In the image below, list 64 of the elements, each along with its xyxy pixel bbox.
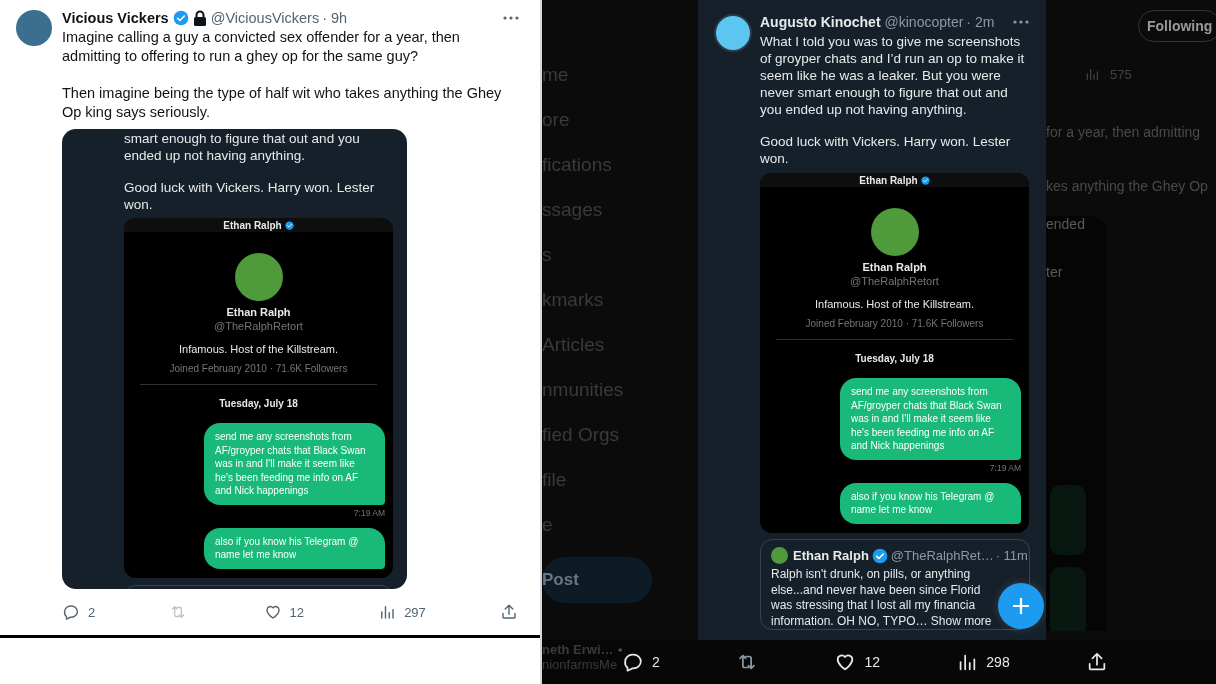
date-separator: Tuesday, July 18 — [218, 398, 299, 409]
reply-button[interactable]: 2 — [62, 603, 96, 621]
author-name[interactable]: Augusto Kinochet — [760, 14, 881, 30]
like-button[interactable]: 12 — [263, 603, 304, 621]
reply-icon — [622, 651, 644, 673]
post-button[interactable]: Post — [542, 557, 652, 603]
show-more-link[interactable]: Show more — [930, 613, 992, 628]
profile-stats: Joined February 2010 · 71.6K Followers — [168, 363, 349, 374]
compose-button[interactable] — [998, 583, 1044, 629]
post-text: ter — [1046, 264, 1064, 280]
message-bubble: send me any screenshots from AF/groyper chats that Black Swan was in and I'll make it seem like he's been feeding me info on AF and Nick happenings — [840, 378, 1021, 460]
post-text: for a year, then admitting — [1046, 124, 1202, 140]
profile-bio: Infamous. Host of the Killstream. — [814, 298, 975, 310]
message-bubble: also if you know his Telegram @ name let me know — [840, 482, 1021, 524]
date-separator: Tuesday, July 18 — [854, 353, 935, 364]
like-button[interactable]: 12 — [834, 651, 880, 673]
post-time[interactable]: · 9h — [322, 10, 348, 26]
profile-bio: Infamous. Host of the Killstream. — [178, 343, 339, 355]
avatar — [771, 547, 788, 564]
message-time: 7:19 AM — [989, 462, 1021, 473]
avatar[interactable] — [16, 10, 52, 46]
profile-name: Ethan Ralph — [225, 306, 292, 318]
screenshot-card[interactable] — [62, 129, 407, 589]
avatar — [870, 208, 919, 256]
post-time[interactable]: · 2m — [966, 14, 995, 30]
post-text: ended — [1046, 216, 1086, 232]
reply-button[interactable]: 2 — [622, 651, 660, 673]
profile-name: Ethan Ralph — [223, 219, 282, 231]
views-button[interactable]: 298 — [956, 651, 1010, 673]
views-count: 575 — [1110, 66, 1132, 82]
message-bubble: also if you know his Telegram @ name let me know — [204, 527, 385, 569]
post-text: kes anything the Ghey Op — [1046, 178, 1209, 194]
message-bubble: send me any screenshots from AF/groyper chats that Black Swan was in and I'll make it seem like he's been feeding me info on AF and Nick happenings — [204, 423, 385, 505]
profile-handle: @TheRalphRetort — [213, 320, 304, 332]
heart-icon — [263, 603, 282, 621]
share-icon — [499, 603, 518, 621]
profile-name: Ethan Ralph — [859, 174, 918, 186]
author-name[interactable]: Vicious Vickers — [62, 10, 169, 26]
profile-stats: Joined February 2010 · 71.6K Followers — [804, 318, 985, 329]
plus-icon — [1011, 596, 1031, 616]
message-time: 7:19 AM — [353, 507, 385, 518]
profile-handle: @TheRalphRetort — [849, 275, 940, 287]
post-text: Imagine calling a guy a convicted sex offender for a year, then admitting to offering to run a ghey op for the same guy? — [62, 28, 461, 66]
views-button[interactable]: 297 — [378, 603, 426, 621]
post-text: smart enough to figure that out and you ended up not having anything. — [124, 130, 361, 164]
post-text: Then imagine being the type of half wit who takes anything the Ghey Op king says seriously. — [62, 84, 503, 122]
bar-chart-icon — [378, 603, 397, 621]
reply-icon — [62, 603, 80, 621]
avatar[interactable] — [714, 14, 752, 52]
share-icon — [1086, 651, 1108, 673]
share-button[interactable] — [1086, 651, 1108, 673]
post-text: What I told you was to give me screenshots of groyper chats and I’d run an op to make it seem like he was a leaker. But you were never smart enough to figure that out and you ended up not having anything. — [760, 33, 1026, 118]
author-handle[interactable]: @TheRalphRet… — [890, 548, 994, 563]
post-time[interactable]: · 11m — [995, 548, 1028, 563]
author-name[interactable]: Ethan Ralph — [793, 548, 869, 563]
more-icon[interactable] — [502, 15, 520, 21]
post-text: Good luck with Vickers. Harry won. Lester won. — [124, 179, 376, 213]
more-icon[interactable] — [1012, 19, 1030, 25]
profile-name: Ethan Ralph — [861, 261, 928, 273]
author-handle[interactable]: @ViciousVickers — [210, 10, 320, 26]
post-text: Good luck with Vickers. Harry won. Lester won. — [760, 133, 1012, 167]
bar-chart-icon — [1084, 66, 1100, 82]
avatar — [234, 253, 283, 301]
author-handle[interactable]: @kinocopter — [884, 14, 964, 30]
